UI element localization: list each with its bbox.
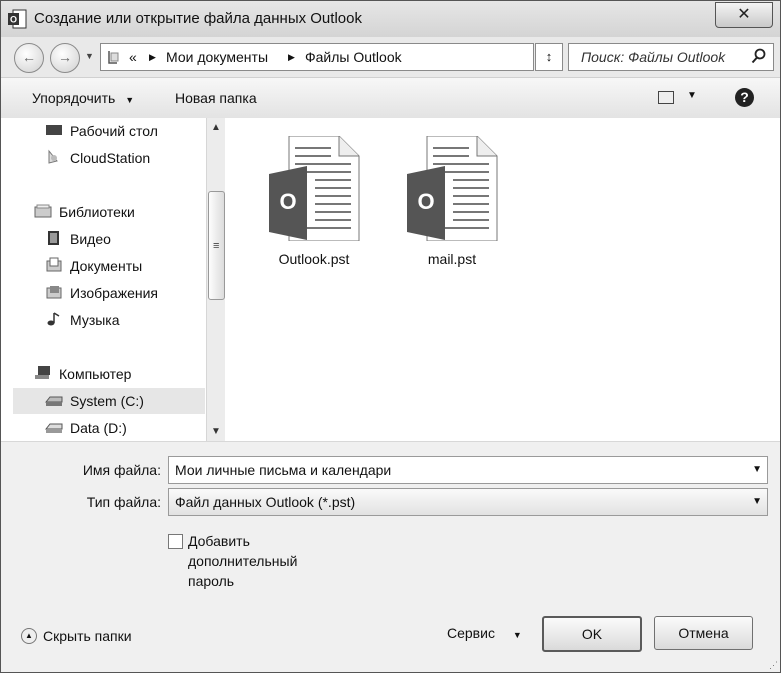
sidebar-item-music[interactable]: Музыка xyxy=(45,307,205,333)
ok-button[interactable]: OK xyxy=(542,616,642,652)
cloudstation-icon xyxy=(48,149,58,164)
title-bar: O Создание или открытие файла данных Out… xyxy=(1,1,780,37)
resize-grip-icon[interactable]: ⋰ xyxy=(769,660,778,671)
organize-button[interactable]: Упорядочить ▼ xyxy=(32,90,134,106)
save-form: Имя файла: Мои личные письма и календари… xyxy=(1,441,780,672)
scroll-thumb[interactable]: ≡ xyxy=(208,191,225,300)
file-item-mail-pst[interactable]: O mail.pst xyxy=(397,135,507,267)
music-icon xyxy=(47,312,60,326)
filetype-select[interactable]: Файл данных Outlook (*.pst) ▼ xyxy=(168,488,768,516)
scroll-grip-icon: ≡ xyxy=(213,240,220,252)
filename-label: Имя файла: xyxy=(82,462,161,478)
folder-location-icon xyxy=(108,51,119,64)
sidebar-item-label: CloudStation xyxy=(70,150,151,166)
breadcrumb-overflow[interactable]: « xyxy=(129,49,137,65)
forward-button[interactable]: → xyxy=(50,43,80,73)
refresh-button[interactable]: ↕ xyxy=(535,43,563,71)
sidebar-item-data-d[interactable]: Data (D:) xyxy=(45,415,205,441)
sidebar-item-system-c[interactable]: System (C:) xyxy=(13,388,205,414)
images-icon xyxy=(46,286,62,299)
file-item-outlook-pst[interactable]: O Outlook.pst xyxy=(259,135,369,267)
outlook-data-file-icon: O xyxy=(269,135,360,242)
sidebar-item-label: Видео xyxy=(70,231,111,247)
tools-label: Сервис xyxy=(447,625,495,641)
filetype-dropdown-icon[interactable]: ▼ xyxy=(752,496,762,507)
help-icon[interactable]: ? xyxy=(735,88,754,107)
breadcrumb-separator-icon[interactable]: ▶ xyxy=(149,52,156,63)
organize-label: Упорядочить xyxy=(32,90,116,106)
history-dropdown-icon[interactable]: ▼ xyxy=(85,51,94,61)
desktop-icon xyxy=(46,125,62,135)
search-input[interactable]: Поиск: Файлы Outlook xyxy=(581,49,725,65)
sidebar-item-libraries[interactable]: Библиотеки xyxy=(34,199,205,225)
filetype-value: Файл данных Outlook (*.pst) xyxy=(175,494,356,510)
add-password-label: Добавить дополнительный пароль xyxy=(188,533,298,589)
organize-dropdown-icon: ▼ xyxy=(125,95,135,105)
file-list: O Outlook.pst O mail.pst xyxy=(225,118,780,441)
sidebar-item-cloudstation[interactable]: CloudStation xyxy=(45,145,205,171)
outlook-app-icon: O xyxy=(8,9,27,29)
scroll-up-icon[interactable]: ▲ xyxy=(211,122,221,133)
sidebar-item-desktop[interactable]: Рабочий стол xyxy=(45,118,205,144)
svg-text:O: O xyxy=(10,15,17,25)
libraries-icon xyxy=(34,204,52,218)
view-icon[interactable] xyxy=(658,91,674,104)
filename-value: Мои личные письма и календари xyxy=(175,462,392,478)
sidebar-item-label: System (C:) xyxy=(70,393,144,409)
close-button[interactable]: ✕ xyxy=(715,2,773,28)
filename-field[interactable]: Мои личные письма и календари ▼ xyxy=(168,456,768,484)
sidebar-item-label: Документы xyxy=(70,258,143,274)
cancel-button[interactable]: Отмена xyxy=(654,616,753,650)
file-name: Outlook.pst xyxy=(278,251,350,267)
window-title: Создание или открытие файла данных Outlo… xyxy=(34,10,362,27)
sidebar-item-label: Изображения xyxy=(70,285,158,301)
save-dialog: O Создание или открытие файла данных Out… xyxy=(0,0,781,673)
view-dropdown-icon[interactable]: ▼ xyxy=(687,90,697,101)
search-icon[interactable] xyxy=(751,48,767,64)
back-button[interactable]: ← xyxy=(14,43,44,73)
sidebar-item-label: Музыка xyxy=(70,312,120,328)
navigation-bar: ← → ▼ « ▶ Мои документы ▶ Файлы Outlook … xyxy=(1,37,780,77)
sidebar-item-label: Библиотеки xyxy=(59,204,135,220)
drive-icon xyxy=(45,423,63,433)
documents-icon xyxy=(46,257,62,272)
scroll-down-icon[interactable]: ▼ xyxy=(211,426,221,437)
sidebar-item-label: Data (D:) xyxy=(70,420,127,436)
breadcrumb-separator-icon[interactable]: ▶ xyxy=(288,52,295,63)
address-bar[interactable]: « ▶ Мои документы ▶ Файлы Outlook xyxy=(100,43,534,71)
search-box[interactable]: Поиск: Файлы Outlook xyxy=(568,43,774,71)
command-toolbar: Упорядочить ▼ Новая папка ▼ ? xyxy=(1,77,780,119)
new-folder-button[interactable]: Новая папка xyxy=(175,90,257,106)
hide-folders-label: Скрыть папки xyxy=(43,628,132,644)
sidebar-item-images[interactable]: Изображения xyxy=(45,280,205,306)
sidebar-item-label: Компьютер xyxy=(59,366,132,382)
outlook-data-file-icon: O xyxy=(407,135,498,242)
collapse-icon: ▲ xyxy=(21,628,37,644)
svg-text:O: O xyxy=(279,189,296,214)
navigation-scrollbar[interactable]: ▲ ≡ ▼ xyxy=(206,118,225,441)
sidebar-item-video[interactable]: Видео xyxy=(45,226,205,252)
breadcrumb-outlook-files[interactable]: Файлы Outlook xyxy=(305,49,402,65)
drive-icon xyxy=(45,396,63,406)
tools-menu-button[interactable]: Сервис ▼ xyxy=(447,625,522,641)
navigation-pane: Рабочий стол CloudStation Библиотеки Вид… xyxy=(1,118,206,441)
add-password-checkbox[interactable] xyxy=(168,534,183,549)
sidebar-item-computer[interactable]: Компьютер xyxy=(34,361,205,387)
computer-icon xyxy=(35,366,50,379)
filetype-label: Тип файла: xyxy=(86,494,161,510)
sidebar-item-documents[interactable]: Документы xyxy=(45,253,205,279)
file-name: mail.pst xyxy=(427,251,477,267)
filename-dropdown-icon[interactable]: ▼ xyxy=(752,464,762,475)
sidebar-item-label: Рабочий стол xyxy=(70,123,158,139)
svg-text:O: O xyxy=(417,189,434,214)
video-icon xyxy=(48,231,59,245)
breadcrumb-my-documents[interactable]: Мои документы xyxy=(166,49,268,65)
tools-dropdown-icon: ▼ xyxy=(512,630,522,640)
